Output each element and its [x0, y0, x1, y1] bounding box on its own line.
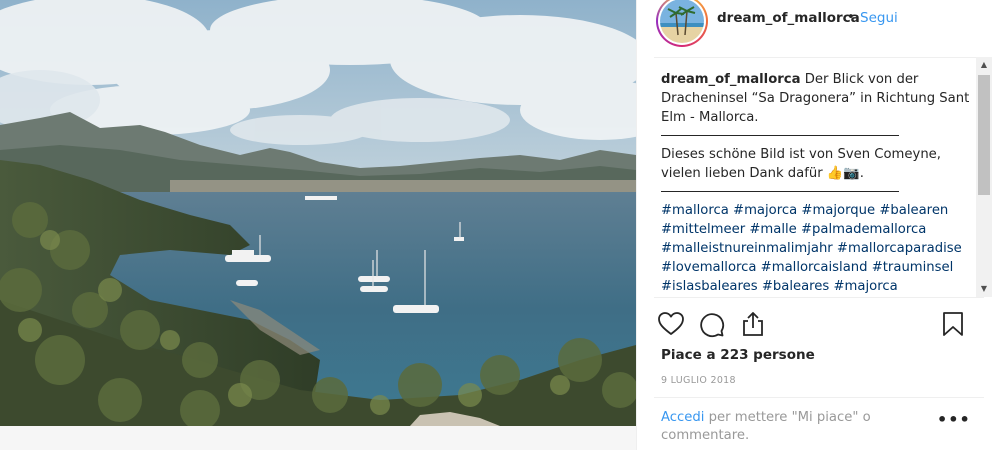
avatar-image: [660, 0, 704, 43]
post-header: dream_of_mallorca • Segui: [637, 0, 996, 58]
scroll-up-arrow-icon[interactable]: ▲: [976, 57, 992, 73]
login-prompt: Accedi per mettere "Mi piace" o commenta…: [661, 409, 901, 445]
actions-divider: [654, 297, 984, 298]
scrollbar-thumb[interactable]: [978, 75, 990, 195]
post-date[interactable]: 9 LUGLIO 2018: [661, 375, 736, 386]
bookmark-icon[interactable]: [939, 310, 967, 338]
post-photo[interactable]: [0, 0, 636, 426]
caption-scrollbar[interactable]: ▲ ▼: [976, 57, 992, 297]
more-options-icon[interactable]: •••: [937, 410, 971, 429]
caption-area: dream_of_mallorca Der Blick von der Drac…: [661, 70, 975, 298]
post-side-panel: dream_of_mallorca • Segui dream_of_mallo…: [636, 0, 996, 450]
comment-icon[interactable]: [697, 310, 725, 338]
likes-count[interactable]: Piace a 223 persone: [661, 347, 815, 363]
photo-footer-strip: [0, 426, 636, 450]
caption-username[interactable]: dream_of_mallorca: [661, 72, 800, 87]
avatar-ring: [658, 0, 706, 45]
caption-separator: [661, 135, 899, 136]
avatar-palm-picture: [660, 0, 704, 43]
follow-button[interactable]: Segui: [860, 10, 898, 26]
photo-image: [0, 0, 636, 426]
header-separator-dot: •: [847, 10, 855, 25]
scroll-down-arrow-icon[interactable]: ▼: [976, 281, 992, 297]
caption-separator-2: [661, 191, 899, 192]
heart-icon[interactable]: [657, 310, 685, 338]
header-divider: [654, 57, 984, 58]
caption-hashtags[interactable]: #mallorca #majorca #majorque #balearen #…: [661, 201, 975, 296]
caption-credit: Dieses schöne Bild ist von Sven Comeyne,…: [661, 147, 941, 181]
share-icon[interactable]: [739, 310, 767, 338]
login-link[interactable]: Accedi: [661, 410, 704, 425]
post-username[interactable]: dream_of_mallorca: [717, 10, 860, 26]
caption-main: dream_of_mallorca Der Blick von der Drac…: [661, 70, 975, 127]
avatar[interactable]: [656, 0, 708, 47]
bottom-divider: [654, 397, 984, 398]
